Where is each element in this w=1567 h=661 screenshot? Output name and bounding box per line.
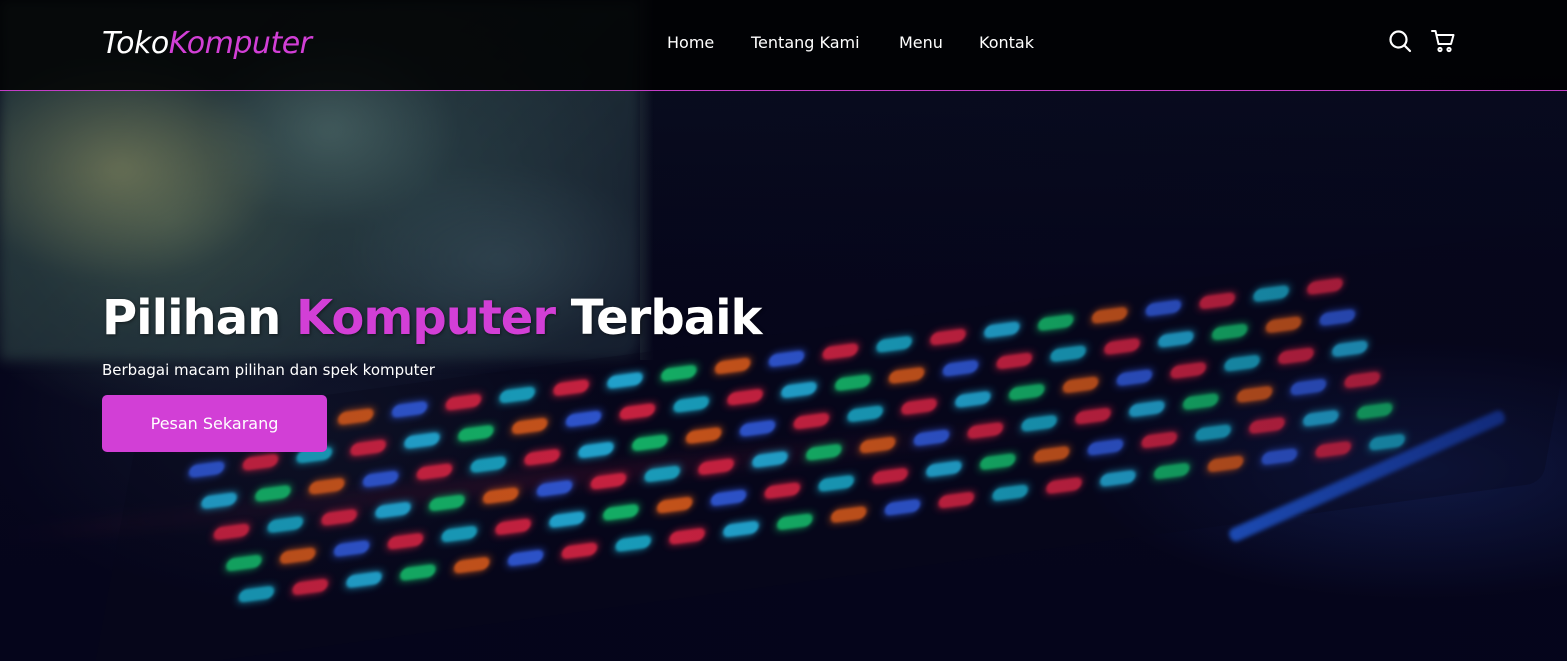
hero-subtitle: Berbagai macam pilihan dan spek komputer (102, 361, 435, 379)
hero-title: Pilihan Komputer Terbaik (102, 290, 763, 346)
cart-icon[interactable] (1430, 28, 1456, 54)
search-icon[interactable] (1387, 28, 1413, 54)
nav-links: Home Tentang Kami Menu Kontak (0, 33, 1567, 57)
nav-link-menu[interactable]: Menu (899, 33, 943, 52)
navbar: TokoKomputer Home Tentang Kami Menu Kont… (0, 0, 1567, 91)
nav-link-home[interactable]: Home (667, 33, 714, 52)
order-now-button[interactable]: Pesan Sekarang (102, 395, 327, 452)
nav-link-kontak[interactable]: Kontak (979, 33, 1034, 52)
hero-title-accent: Komputer (295, 290, 556, 346)
hero-title-part2: Terbaik (555, 290, 763, 346)
hero-title-part1: Pilihan (102, 290, 296, 346)
nav-link-tentang-kami[interactable]: Tentang Kami (751, 33, 860, 52)
